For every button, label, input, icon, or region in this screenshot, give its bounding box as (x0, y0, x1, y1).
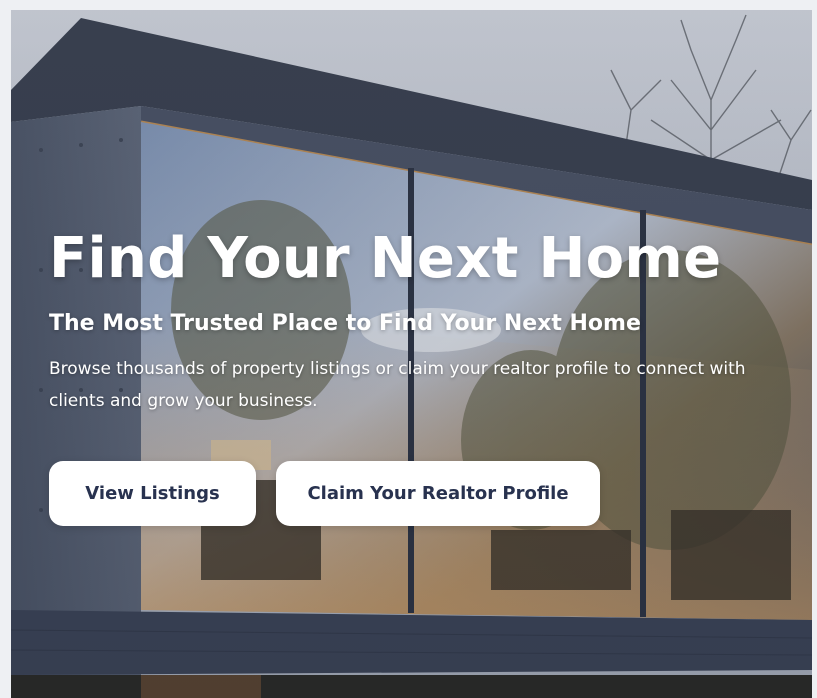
hero-title: Find Your Next Home (49, 226, 722, 291)
hero-subtitle: The Most Trusted Place to Find Your Next… (49, 311, 641, 336)
claim-realtor-profile-button[interactable]: Claim Your Realtor Profile (276, 461, 600, 526)
hero-actions: View Listings Claim Your Realtor Profile (49, 461, 600, 526)
hero-content: Find Your Next Home The Most Trusted Pla… (49, 223, 769, 417)
view-listings-button[interactable]: View Listings (49, 461, 256, 526)
hero-description: Browse thousands of property listings or… (49, 359, 746, 411)
